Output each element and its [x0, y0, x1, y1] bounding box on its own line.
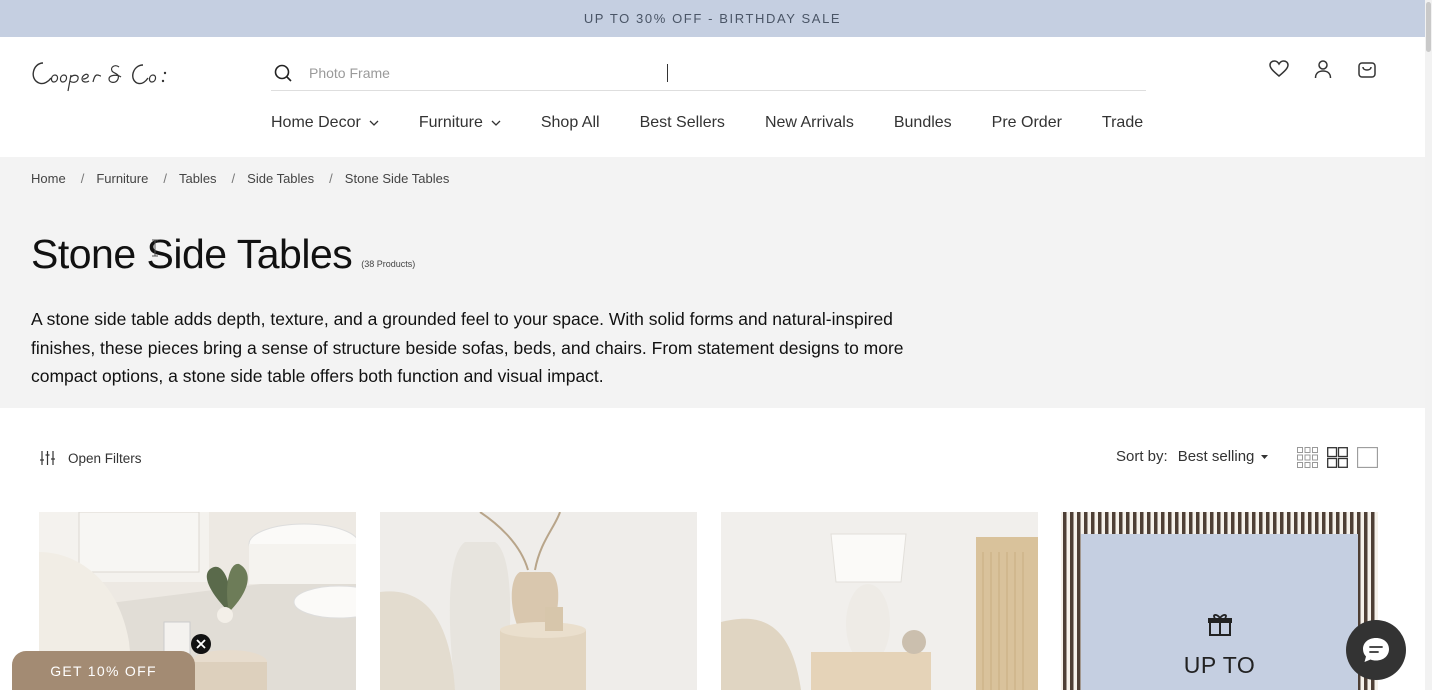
gift-icon [1208, 614, 1232, 636]
close-icon [196, 639, 206, 649]
open-filters-button[interactable]: Open Filters [39, 450, 142, 466]
nav-label: Shop All [540, 114, 600, 131]
breadcrumb-side-tables[interactable]: Side Tables [247, 171, 314, 186]
search-bar[interactable] [271, 55, 1146, 91]
breadcrumb-separator: / [80, 171, 85, 186]
grid-4-view-icon[interactable] [1297, 447, 1318, 468]
breadcrumb-home[interactable]: Home [31, 171, 66, 186]
nav-bundles[interactable]: Bundles [894, 114, 952, 132]
promo-card[interactable]: UP TO [1061, 512, 1378, 690]
chat-bubble-icon [1363, 638, 1389, 662]
logo-script [32, 62, 167, 92]
chevron-down-icon [369, 120, 379, 126]
filter-sliders-icon [40, 451, 55, 465]
breadcrumb-separator: / [329, 171, 333, 186]
breadcrumb-current: Stone Side Tables [344, 171, 450, 186]
grid-2-view-icon[interactable] [1327, 447, 1348, 468]
text-cursor-icon [152, 239, 158, 257]
collection-description: A stone side table adds depth, texture, … [31, 309, 904, 386]
nav-label: Best Sellers [639, 114, 725, 131]
nav-trade[interactable]: Trade [1102, 114, 1143, 132]
scrollbar-thumb[interactable] [1426, 2, 1431, 52]
open-filters-label: Open Filters [68, 450, 142, 466]
header-actions [1269, 59, 1377, 79]
product-card-2[interactable] [380, 512, 697, 690]
close-discount-button[interactable] [191, 634, 211, 654]
collection-toolbar: Open Filters Sort by: Best selling [0, 440, 1425, 480]
breadcrumb-tables[interactable]: Tables [179, 171, 217, 186]
announcement-bar: UP TO 30% OFF - BIRTHDAY SALE [0, 0, 1425, 37]
product-image-3[interactable] [721, 512, 1038, 690]
breadcrumb-furniture[interactable]: Furniture [96, 171, 148, 186]
search-icon[interactable] [273, 63, 293, 83]
nav-label: Pre Order [991, 114, 1062, 131]
sort-dropdown-icon[interactable] [1260, 454, 1269, 460]
nav-label: Trade [1101, 114, 1144, 131]
title-row: Stone Side Tables (38 Products) [31, 231, 415, 278]
breadcrumb-separator: / [231, 171, 236, 186]
nav-pre-order[interactable]: Pre Order [992, 114, 1062, 132]
product-image-2[interactable] [380, 512, 697, 690]
get-discount-tab[interactable]: GET 10% OFF [12, 651, 195, 690]
page-title: Stone Side Tables [31, 231, 353, 277]
account-icon[interactable] [1313, 59, 1333, 79]
site-header: Home Decor Furniture Shop All Best Selle… [0, 37, 1425, 157]
promo-text: UP TO [1183, 652, 1256, 678]
nav-label: New Arrivals [764, 114, 854, 131]
nav-label: Home Decor [271, 114, 361, 131]
page-scrollbar[interactable] [1425, 0, 1432, 690]
chat-launcher-button[interactable] [1346, 620, 1406, 680]
nav-label: Bundles [893, 114, 952, 131]
product-card-3[interactable] [721, 512, 1038, 690]
main-nav: Home Decor Furniture Shop All Best Selle… [271, 114, 1143, 132]
single-view-icon[interactable] [1357, 447, 1378, 468]
chevron-down-icon [491, 120, 501, 126]
nav-best-sellers[interactable]: Best Sellers [640, 114, 725, 132]
breadcrumb: Home / Furniture / Tables / Side Tables … [31, 171, 449, 186]
text-caret [667, 64, 668, 82]
announcement-text: UP TO 30% OFF - BIRTHDAY SALE [583, 11, 842, 26]
nav-label: Furniture [418, 114, 483, 131]
breadcrumb-separator: / [163, 171, 167, 186]
sort-control[interactable]: Sort by: Best selling [1116, 448, 1269, 465]
nav-home-decor[interactable]: Home Decor [271, 114, 379, 132]
sort-value[interactable]: Best selling [1178, 448, 1255, 465]
search-input[interactable] [309, 64, 1009, 81]
sort-label: Sort by: [1116, 448, 1168, 465]
cart-icon[interactable] [1357, 59, 1377, 79]
view-switcher [1297, 447, 1378, 468]
product-count: (38 Products) [361, 259, 416, 269]
heart-icon[interactable] [1269, 59, 1289, 79]
discount-label: GET 10% OFF [50, 662, 157, 679]
collection-hero: Home / Furniture / Tables / Side Tables … [0, 157, 1425, 408]
nav-new-arrivals[interactable]: New Arrivals [765, 114, 854, 132]
nav-shop-all[interactable]: Shop All [541, 114, 600, 132]
nav-furniture[interactable]: Furniture [419, 114, 501, 132]
brand-logo[interactable] [31, 53, 211, 101]
